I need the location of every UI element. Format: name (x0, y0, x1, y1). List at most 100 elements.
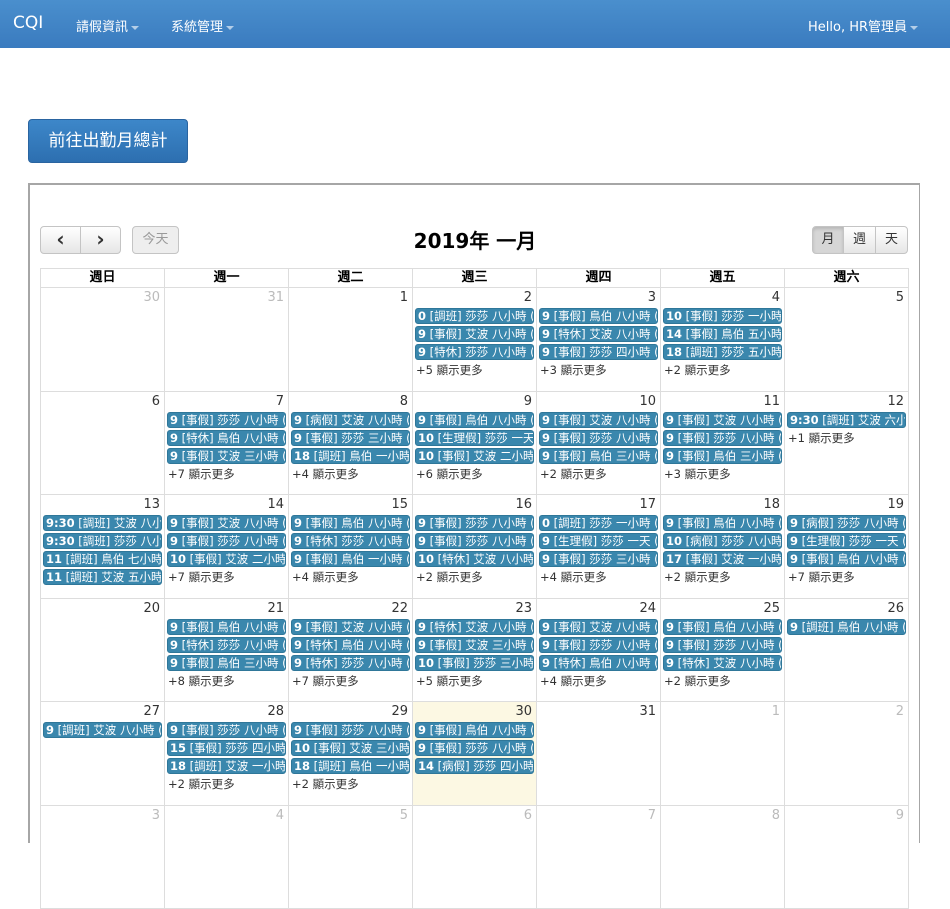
day-number[interactable]: 27 (143, 704, 160, 719)
show-more-link[interactable]: +2 顯示更多 (168, 776, 235, 792)
day-cell[interactable]: 20 [調班] 莎莎 八小時 (9 [事假] 艾波 八小時 (9 [特休] 莎莎… (412, 287, 537, 392)
calendar-event[interactable]: 9 [事假] 鳥伯 八小時 ( (415, 412, 534, 428)
day-number[interactable]: 6 (524, 808, 532, 823)
calendar-event[interactable]: 9 [事假] 鳥伯 八小時 ( (787, 551, 906, 567)
calendar-event[interactable]: 9 [事假] 艾波 三小時 ( (167, 448, 286, 464)
day-number[interactable]: 21 (267, 601, 284, 616)
show-more-link[interactable]: +7 顯示更多 (292, 673, 359, 689)
calendar-event[interactable]: 10 [特休] 艾波 八小時 (415, 551, 534, 567)
calendar-event[interactable]: 9 [事假] 莎莎 八小時 ( (415, 740, 534, 756)
calendar-event[interactable]: 9 [事假] 莎莎 八小時 ( (415, 515, 534, 531)
calendar-event[interactable]: 9 [事假] 莎莎 八小時 ( (663, 637, 782, 653)
day-number[interactable]: 26 (887, 601, 904, 616)
calendar-event[interactable]: 9 [調班] 鳥伯 八小時 ( (787, 619, 906, 635)
calendar-event[interactable]: 9 [調班] 艾波 八小時 ( (43, 722, 162, 738)
calendar-event[interactable]: 9 [事假] 莎莎 八小時 ( (663, 430, 782, 446)
goto-monthly-attendance-button[interactable]: 前往出勤月總計 (28, 119, 188, 163)
show-more-link[interactable]: +2 顯示更多 (292, 776, 359, 792)
day-cell[interactable]: 119 [事假] 艾波 八小時 (9 [事假] 莎莎 八小時 (9 [事假] 鳥… (660, 391, 785, 496)
calendar-event[interactable]: 9 [事假] 艾波 八小時 ( (539, 412, 658, 428)
day-number[interactable]: 13 (143, 497, 160, 512)
view-day-button[interactable]: 天 (875, 226, 908, 254)
calendar-event[interactable]: 10 [事假] 艾波 二小時 (415, 448, 534, 464)
calendar-event[interactable]: 9 [事假] 鳥伯 三小時 ( (539, 448, 658, 464)
day-number[interactable]: 1 (400, 290, 408, 305)
day-number[interactable]: 31 (639, 704, 656, 719)
user-menu[interactable]: Hello, HR管理員 (808, 16, 918, 35)
calendar-event[interactable]: 9 [事假] 莎莎 八小時 ( (415, 533, 534, 549)
day-number[interactable]: 12 (887, 394, 904, 409)
calendar-event[interactable]: 10 [病假] 莎莎 八小時 (663, 533, 782, 549)
day-cell[interactable]: 79 [事假] 莎莎 八小時 (9 [特休] 鳥伯 八小時 (9 [事假] 艾波… (164, 391, 289, 496)
show-more-link[interactable]: +7 顯示更多 (168, 466, 235, 482)
day-number[interactable]: 29 (391, 704, 408, 719)
day-cell[interactable]: 26 9 [調班] 鳥伯 八小時 ( (784, 598, 909, 703)
day-number[interactable]: 2 (896, 704, 904, 719)
calendar-event[interactable]: 9 [事假] 鳥伯 八小時 ( (663, 515, 782, 531)
day-cell[interactable]: 229 [事假] 艾波 八小時 (9 [特休] 鳥伯 八小時 (9 [特休] 莎… (288, 598, 413, 703)
calendar-event[interactable]: 9 [特休] 莎莎 八小時 ( (291, 533, 410, 549)
calendar-event[interactable]: 9 [事假] 鳥伯 八小時 ( (291, 515, 410, 531)
day-cell[interactable]: 2 (784, 701, 909, 806)
calendar-event[interactable]: 9:30 [調班] 莎莎 八小時 (43, 533, 162, 549)
calendar-event[interactable]: 9 [特休] 艾波 八小時 ( (539, 326, 658, 342)
day-cell[interactable]: 219 [事假] 鳥伯 八小時 (9 [特休] 莎莎 八小時 (9 [事假] 鳥… (164, 598, 289, 703)
day-number[interactable]: 5 (896, 290, 904, 305)
day-number[interactable]: 3 (152, 808, 160, 823)
calendar-event[interactable]: 17 [事假] 艾波 一小時 (663, 551, 782, 567)
show-more-link[interactable]: +4 顯示更多 (292, 569, 359, 585)
calendar-event[interactable]: 9 [病假] 莎莎 八小時 ( (787, 515, 906, 531)
calendar-event[interactable]: 9 [事假] 鳥伯 一小時 ( (291, 551, 410, 567)
show-more-link[interactable]: +5 顯示更多 (416, 673, 483, 689)
show-more-link[interactable]: +7 顯示更多 (168, 569, 235, 585)
day-cell[interactable]: 6 (40, 391, 165, 496)
day-cell[interactable]: 309 [事假] 鳥伯 八小時 (9 [事假] 莎莎 八小時 (14 [病假] … (412, 701, 537, 806)
today-button[interactable]: 今天 (132, 226, 179, 254)
day-cell[interactable]: 1 (660, 701, 785, 806)
calendar-event[interactable]: 9 [特休] 鳥伯 八小時 ( (167, 430, 286, 446)
view-week-button[interactable]: 週 (843, 226, 876, 254)
day-number[interactable]: 15 (391, 497, 408, 512)
calendar-event[interactable]: 9 [事假] 莎莎 三小時 ( (291, 430, 410, 446)
menu-system-admin[interactable]: 系統管理 (171, 16, 234, 35)
day-cell[interactable]: 8 (660, 805, 785, 909)
calendar-event[interactable]: 9 [事假] 莎莎 八小時 ( (167, 533, 286, 549)
calendar-event[interactable]: 14 [病假] 莎莎 四小時 (415, 758, 534, 774)
calendar-event[interactable]: 18 [調班] 鳥伯 一小時 (291, 758, 410, 774)
show-more-link[interactable]: +7 顯示更多 (788, 569, 855, 585)
day-number[interactable]: 6 (152, 394, 160, 409)
calendar-event[interactable]: 9:30 [調班] 艾波 八小時 (43, 515, 162, 531)
day-cell[interactable]: 189 [事假] 鳥伯 八小時 (10 [病假] 莎莎 八小時17 [事假] 艾… (660, 494, 785, 599)
day-number[interactable]: 24 (639, 601, 656, 616)
calendar-event[interactable]: 9 [事假] 艾波 三小時 ( (415, 637, 534, 653)
day-cell[interactable]: 89 [病假] 艾波 八小時 (9 [事假] 莎莎 三小時 (18 [調班] 鳥… (288, 391, 413, 496)
calendar-event[interactable]: 18 [調班] 鳥伯 一小時 (291, 448, 410, 464)
day-number[interactable]: 11 (763, 394, 780, 409)
prev-month-button[interactable]: ‹ (40, 226, 81, 254)
calendar-event[interactable]: 0 [調班] 莎莎 八小時 ( (415, 308, 534, 324)
calendar-event[interactable]: 9 [特休] 鳥伯 八小時 ( (539, 655, 658, 671)
day-number[interactable]: 10 (639, 394, 656, 409)
day-number[interactable]: 4 (276, 808, 284, 823)
calendar-event[interactable]: 9 [事假] 鳥伯 八小時 ( (663, 619, 782, 635)
calendar-event[interactable]: 10 [生理假] 莎莎 一天 (415, 430, 534, 446)
calendar-event[interactable]: 10 [事假] 艾波 三小時 (291, 740, 410, 756)
day-number[interactable]: 25 (763, 601, 780, 616)
calendar-event[interactable]: 9 [事假] 莎莎 八小時 ( (167, 412, 286, 428)
calendar-event[interactable]: 9 [事假] 莎莎 四小時 ( (539, 344, 658, 360)
day-number[interactable]: 31 (267, 290, 284, 305)
day-number[interactable]: 4 (772, 290, 780, 305)
show-more-link[interactable]: +8 顯示更多 (168, 673, 235, 689)
day-number[interactable]: 19 (887, 497, 904, 512)
calendar-event[interactable]: 9 [事假] 鳥伯 八小時 ( (539, 308, 658, 324)
day-cell[interactable]: 99 [事假] 鳥伯 八小時 (10 [生理假] 莎莎 一天10 [事假] 艾波… (412, 391, 537, 496)
calendar-event[interactable]: 11 [調班] 鳥伯 七小時 (43, 551, 162, 567)
show-more-link[interactable]: +2 顯示更多 (664, 569, 731, 585)
calendar-event[interactable]: 9 [特休] 艾波 八小時 ( (415, 619, 534, 635)
day-cell[interactable]: 20 (40, 598, 165, 703)
day-cell[interactable]: 289 [事假] 莎莎 八小時 (15 [事假] 莎莎 四小時18 [調班] 艾… (164, 701, 289, 806)
show-more-link[interactable]: +6 顯示更多 (416, 466, 483, 482)
day-cell[interactable]: 109 [事假] 艾波 八小時 (9 [事假] 莎莎 八小時 (9 [事假] 鳥… (536, 391, 661, 496)
calendar-event[interactable]: 18 [調班] 莎莎 五小時 (663, 344, 782, 360)
day-cell[interactable]: 3 (40, 805, 165, 909)
